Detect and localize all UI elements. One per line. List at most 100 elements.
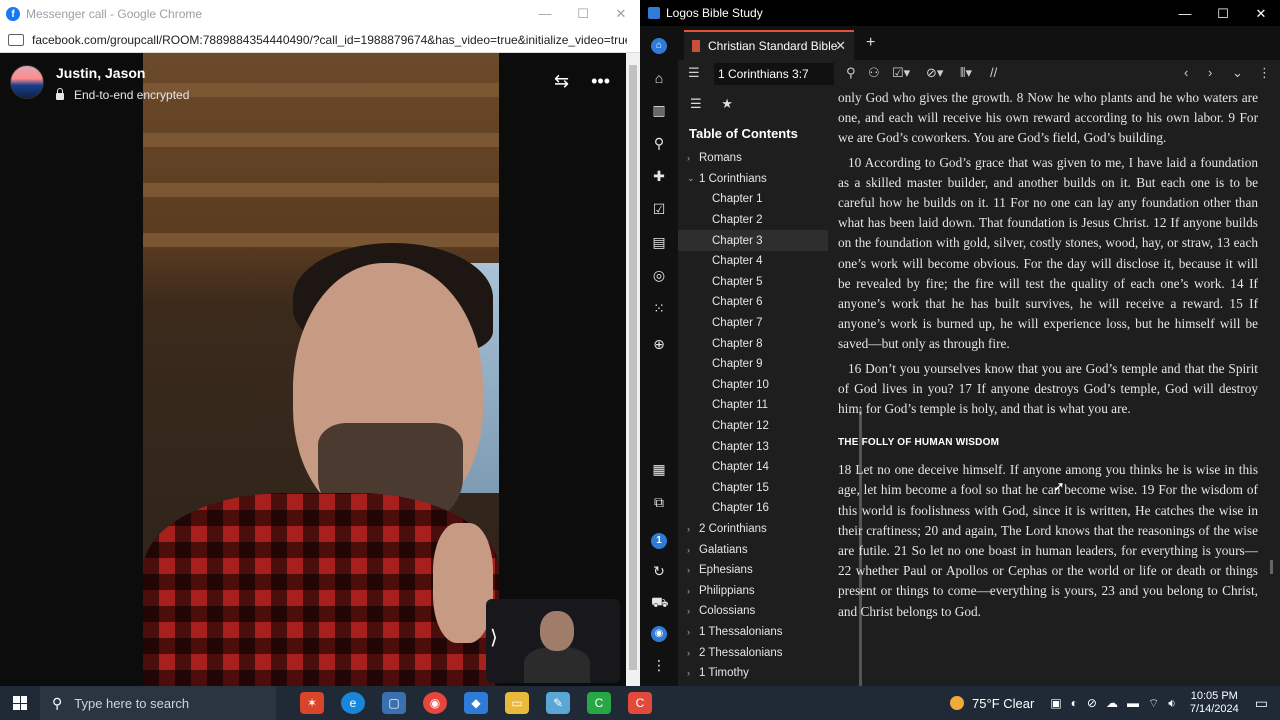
reference-box[interactable]: 1 Corinthians 3:7	[714, 63, 834, 85]
chrome-title-bar[interactable]: f Messenger call - Google Chrome — ☐ ✕	[0, 0, 640, 28]
layers-icon[interactable]: ◎	[651, 267, 667, 283]
tab-christian-standard-bible[interactable]: Christian Standard Bible ✕	[684, 30, 854, 60]
address-bar[interactable]: facebook.com/groupcall/ROOM:788988435444…	[0, 28, 640, 53]
toc-item-chapter-9[interactable]: Chapter 9	[678, 354, 828, 375]
toc-item-chapter-11[interactable]: Chapter 11	[678, 395, 828, 416]
reading-scrollbar[interactable]	[1270, 560, 1273, 574]
menu-icon[interactable]: ☰	[688, 65, 700, 81]
forward-arrow-icon[interactable]: ›	[1208, 65, 1212, 80]
toc-item-chapter-10[interactable]: Chapter 10	[678, 375, 828, 396]
camtasia-green-icon[interactable]: C	[587, 692, 611, 714]
toc-list-icon[interactable]: ☰	[690, 96, 702, 111]
volume-icon[interactable]: 🔉︎	[1168, 696, 1176, 711]
profile-icon[interactable]: ◉	[651, 626, 667, 642]
chevron-right-icon[interactable]: ›	[687, 668, 699, 678]
weather-widget[interactable]: 75°F Clear	[950, 696, 1034, 711]
battery-icon[interactable]: ▬	[1127, 696, 1139, 711]
new-tab-icon[interactable]: +	[866, 34, 875, 52]
avatar[interactable]	[10, 65, 44, 99]
toc-item-chapter-6[interactable]: Chapter 6	[678, 292, 828, 313]
page-scrollbar[interactable]	[626, 53, 640, 686]
add-document-icon[interactable]: ✚	[651, 168, 667, 184]
visual-filter-icon[interactable]: ☑▾	[892, 65, 910, 81]
close-button[interactable]: ✕	[1242, 0, 1280, 28]
checklist-icon[interactable]: ☑	[651, 201, 667, 217]
toc-item-ephesians[interactable]: › Ephesians	[678, 560, 828, 581]
notification-icon[interactable]: ▭	[1255, 695, 1268, 712]
search-icon[interactable]: ⚲	[651, 135, 667, 151]
chevron-right-icon[interactable]: ›	[687, 565, 699, 575]
game-controller-icon[interactable]: ⇆	[554, 71, 569, 92]
starfish-app-icon[interactable]: ✶	[300, 692, 324, 714]
chevron-right-icon[interactable]: ›	[687, 627, 699, 637]
home-icon[interactable]: ⌂	[651, 70, 667, 86]
toc-item-chapter-5[interactable]: Chapter 5	[678, 272, 828, 293]
more-menu-icon[interactable]: ⋮	[651, 657, 667, 673]
scrollbar-thumb[interactable]	[629, 65, 637, 670]
maximize-button[interactable]: ☐	[1204, 0, 1242, 28]
toc-item-chapter-3[interactable]: Chapter 3	[678, 230, 828, 251]
start-button[interactable]	[0, 696, 40, 710]
site-info-icon[interactable]	[8, 34, 24, 46]
toc-item-chapter-7[interactable]: Chapter 7	[678, 313, 828, 334]
toc-item-1-timothy[interactable]: › 1 Timothy	[678, 663, 828, 684]
toc-item-chapter-16[interactable]: Chapter 16	[678, 498, 828, 519]
columns-icon[interactable]: ⫴▾	[960, 65, 972, 81]
phone-link-icon[interactable]: ▣	[1050, 696, 1061, 711]
self-view[interactable]: ⟩	[486, 599, 620, 683]
clock[interactable]: 10:05 PM 7/14/2024	[1190, 690, 1239, 716]
logos-title-bar[interactable]: Logos Bible Study — ☐ ✕	[640, 0, 1280, 26]
pen-app-icon[interactable]: ✎	[546, 692, 570, 714]
close-button[interactable]: ✕	[602, 0, 640, 28]
add-circle-icon[interactable]: ⊕	[651, 336, 667, 352]
toc-item-chapter-15[interactable]: Chapter 15	[678, 478, 828, 499]
chevron-right-icon[interactable]: ⟩	[490, 625, 498, 650]
toc-item-chapter-2[interactable]: Chapter 2	[678, 210, 828, 231]
library-icon[interactable]: ▥	[651, 102, 667, 118]
chevron-right-icon[interactable]: ›	[687, 586, 699, 596]
cloud-icon[interactable]: ☁	[1106, 696, 1118, 711]
chevron-right-icon[interactable]: ›	[687, 524, 699, 534]
apps-grid-icon[interactable]: ⁙	[651, 300, 667, 316]
network-off-icon[interactable]: ⊘	[1087, 696, 1097, 711]
toc-item-1-corinthians[interactable]: ⌄ 1 Corinthians	[678, 169, 828, 190]
maximize-button[interactable]: ☐	[564, 0, 602, 28]
camtasia-red-icon[interactable]: C	[628, 692, 652, 714]
toc-item-chapter-8[interactable]: Chapter 8	[678, 333, 828, 354]
file-app-icon[interactable]: ▢	[382, 692, 406, 714]
toc-item-2-corinthians[interactable]: › 2 Corinthians	[678, 519, 828, 540]
toc-item-1-thessalonians[interactable]: › 1 Thessalonians	[678, 622, 828, 643]
chevron-right-icon[interactable]: ›	[687, 648, 699, 658]
chevron-right-icon[interactable]: ›	[687, 606, 699, 616]
dashboard-icon[interactable]: ▦	[651, 461, 667, 477]
taskbar-search[interactable]: ⚲ Type here to search	[40, 686, 276, 720]
security-icon[interactable]: ◐	[1071, 696, 1078, 711]
parallel-icon[interactable]: //	[990, 65, 997, 80]
close-tab-icon[interactable]: ✕	[835, 38, 846, 54]
tag-filter-icon[interactable]: ⊘▾	[926, 65, 943, 81]
history-dropdown-icon[interactable]: ⌄	[1232, 65, 1243, 81]
back-arrow-icon[interactable]: ‹	[1184, 65, 1188, 80]
minimize-button[interactable]: —	[526, 0, 564, 28]
people-icon[interactable]: ⚇	[868, 65, 880, 81]
chevron-right-icon[interactable]: ›	[687, 545, 699, 555]
toc-item-chapter-14[interactable]: Chapter 14	[678, 457, 828, 478]
sync-icon[interactable]: ↻	[651, 563, 667, 579]
panel-menu-icon[interactable]: ⋮	[1258, 65, 1271, 81]
toc-item-chapter-13[interactable]: Chapter 13	[678, 436, 828, 457]
toc-item-2-thessalonians[interactable]: › 2 Thessalonians	[678, 642, 828, 663]
url-text[interactable]: facebook.com/groupcall/ROOM:788988435444…	[32, 33, 627, 47]
toc-item-chapter-1[interactable]: Chapter 1	[678, 189, 828, 210]
toc-item-chapter-12[interactable]: Chapter 12	[678, 416, 828, 437]
chevron-right-icon[interactable]: ›	[687, 153, 699, 163]
logos-icon[interactable]: ◆	[464, 692, 488, 714]
minimize-button[interactable]: —	[1166, 0, 1204, 28]
chrome-icon[interactable]: ◉	[423, 692, 447, 714]
wifi-icon[interactable]: ⌔	[1148, 696, 1159, 711]
chevron-down-icon[interactable]: ⌄	[687, 173, 699, 184]
notification-count-icon[interactable]: 1	[651, 533, 667, 549]
edge-icon[interactable]: e	[341, 692, 365, 714]
toc-item-philippians[interactable]: › Philippians	[678, 580, 828, 601]
open-external-icon[interactable]: ⧉	[651, 494, 667, 510]
cart-icon[interactable]: ⛟	[651, 594, 669, 610]
